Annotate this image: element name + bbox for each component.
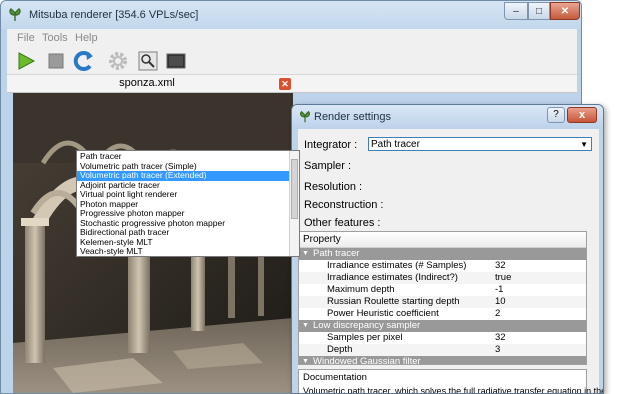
group-windowed-gaussian-filter[interactable]: ▼ Windowed Gaussian filter — [299, 356, 586, 365]
maximize-button[interactable]: □ — [528, 2, 550, 20]
property-column-header: Property — [303, 234, 341, 245]
table-row[interactable]: Power Heuristic coefficient 2 — [299, 308, 586, 320]
table-row[interactable]: Irradiance estimates (# Samples) 32 — [299, 260, 586, 272]
property-value[interactable]: 3 — [495, 344, 500, 356]
chevron-down-icon[interactable]: ▼ — [580, 138, 588, 151]
minimize-button[interactable]: – — [504, 2, 528, 20]
property-header: Property — [299, 232, 586, 248]
play-icon[interactable] — [15, 50, 37, 72]
other-features-label: Other features : — [304, 217, 381, 229]
menu-file[interactable]: File — [17, 32, 35, 44]
documentation-box: Documentation Volumetric path tracer, wh… — [298, 369, 603, 393]
documentation-text: Volumetric path tracer, which solves the… — [303, 386, 604, 394]
group-label: Path tracer — [313, 248, 360, 259]
dropdown-scrollbar[interactable] — [289, 151, 299, 256]
table-row[interactable]: Maximum depth -1 — [299, 284, 586, 296]
group-low-discrepancy-sampler[interactable]: ▼ Low discrepancy sampler — [299, 320, 586, 332]
tab-close-icon[interactable]: ✕ — [279, 78, 291, 90]
integrator-select[interactable]: Path tracer ▼ — [368, 137, 592, 151]
property-name: Samples per pixel — [327, 332, 403, 343]
integrator-dropdown-list[interactable]: Path tracer Volumetric path tracer (Simpl… — [76, 150, 300, 257]
close-window-button[interactable]: ✕ — [550, 2, 580, 20]
resolution-label: Resolution : — [304, 181, 363, 193]
group-label: Windowed Gaussian filter — [313, 356, 421, 365]
property-name: Irradiance estimates (Indirect?) — [327, 272, 458, 283]
property-value[interactable]: 10 — [495, 296, 506, 308]
help-button[interactable]: ? — [547, 107, 565, 123]
sampler-label: Sampler : — [304, 160, 352, 172]
integrator-label: Integrator : — [304, 139, 358, 151]
collapse-triangle-icon[interactable]: ▼ — [302, 320, 309, 332]
scrollbar-thumb[interactable] — [291, 159, 298, 219]
app-logo-icon — [9, 8, 21, 21]
collapse-triangle-icon[interactable]: ▼ — [302, 248, 309, 260]
tab-bar: sponza.xml ✕ — [7, 75, 577, 93]
table-row[interactable]: Depth 3 — [299, 344, 586, 356]
property-value[interactable]: true — [495, 272, 511, 284]
gear-icon[interactable] — [107, 50, 129, 72]
property-name: Depth — [327, 344, 353, 355]
property-value[interactable]: 32 — [495, 260, 506, 272]
dialog-title-bar[interactable]: Render settings ? x — [292, 105, 603, 129]
dialog-body: Integrator : Path tracer ▼ Sampler : Res… — [298, 129, 603, 393]
title-bar[interactable]: Mitsuba renderer [354.6 VPLs/sec] – □ ✕ — [1, 1, 581, 29]
table-row[interactable]: Russian Roulette starting depth 10 — [299, 296, 586, 308]
collapse-triangle-icon[interactable]: ▼ — [302, 356, 309, 364]
magnifier-icon[interactable] — [137, 50, 159, 72]
toolbar — [7, 47, 577, 75]
dialog-title: Render settings — [314, 111, 392, 123]
documentation-label: Documentation — [303, 372, 367, 383]
group-path-tracer[interactable]: ▼ Path tracer — [299, 248, 586, 260]
menu-tools[interactable]: Tools — [42, 32, 68, 44]
menu-bar: File Tools Help — [7, 29, 577, 47]
property-name: Power Heuristic coefficient — [327, 308, 439, 319]
property-name: Maximum depth — [327, 284, 395, 295]
refresh-icon[interactable] — [73, 50, 95, 72]
table-row[interactable]: Irradiance estimates (Indirect?) true — [299, 272, 586, 284]
group-label: Low discrepancy sampler — [313, 320, 421, 331]
property-value[interactable]: 32 — [495, 332, 506, 344]
property-value[interactable]: -1 — [495, 284, 503, 296]
render-settings-dialog: Render settings ? x Integrator : Path tr… — [291, 104, 604, 394]
menu-help[interactable]: Help — [75, 32, 98, 44]
property-value[interactable]: 2 — [495, 308, 500, 320]
property-name: Irradiance estimates (# Samples) — [327, 260, 467, 271]
app-logo-icon — [300, 110, 310, 123]
close-dialog-button[interactable]: x — [567, 107, 597, 123]
tab-sponza[interactable]: sponza.xml — [7, 77, 287, 89]
stop-icon[interactable] — [45, 50, 67, 72]
table-row[interactable]: Samples per pixel 32 — [299, 332, 586, 344]
dropdown-option[interactable]: Veach-style MLT — [77, 246, 289, 256]
image-icon[interactable] — [165, 50, 187, 72]
window-title: Mitsuba renderer [354.6 VPLs/sec] — [29, 9, 199, 21]
property-table: Property ▼ Path tracer Irradiance estima… — [298, 231, 587, 365]
property-name: Russian Roulette starting depth — [327, 296, 460, 307]
reconstruction-label: Reconstruction : — [304, 199, 384, 211]
integrator-value: Path tracer — [371, 139, 420, 150]
